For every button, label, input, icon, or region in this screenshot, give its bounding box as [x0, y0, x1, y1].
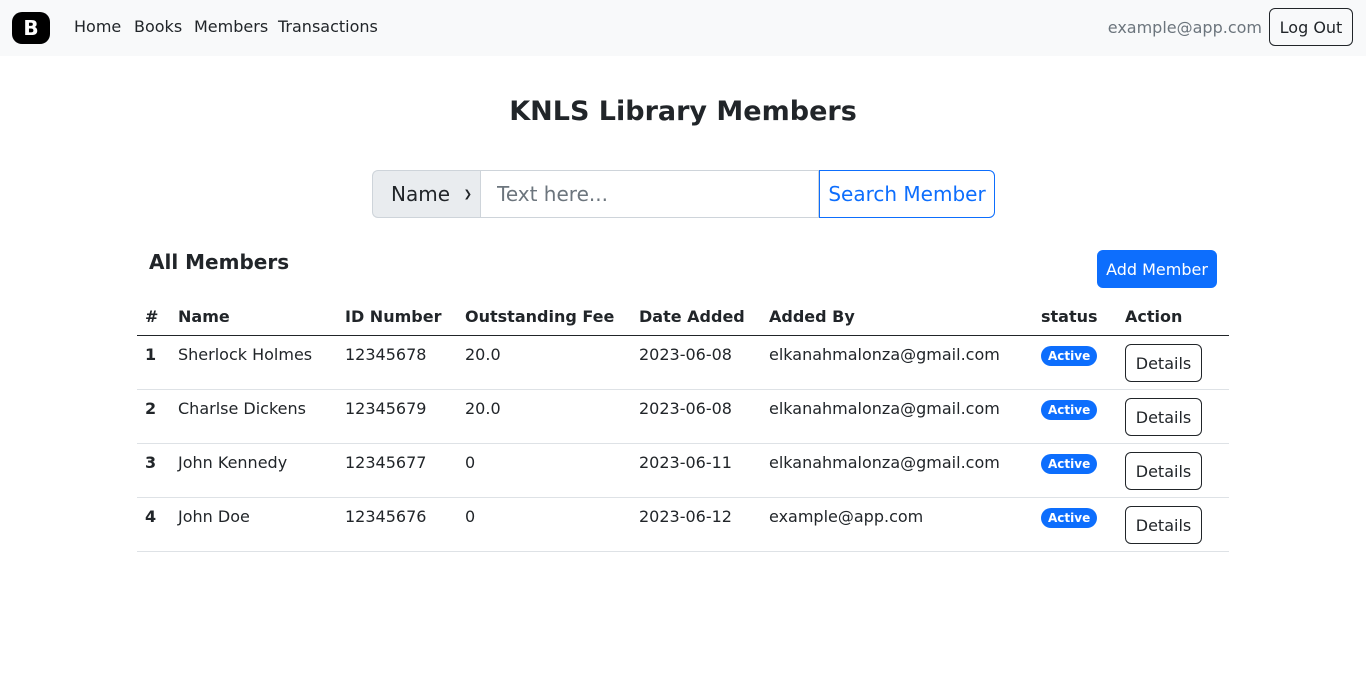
chevron-down-icon: ❯: [463, 188, 472, 200]
row-number: 1: [145, 345, 157, 364]
member-name: John Kennedy: [178, 453, 288, 472]
member-id-number: 12345678: [345, 345, 427, 364]
status-badge: Active: [1041, 508, 1098, 528]
members-table: # Name ID Number Outstanding Fee Date Ad…: [137, 298, 1229, 552]
member-name: John Doe: [178, 507, 250, 526]
nav-link-members[interactable]: Members: [194, 17, 268, 36]
row-number: 4: [145, 507, 157, 526]
member-outstanding-fee: 20.0: [465, 345, 501, 364]
member-id-number: 12345676: [345, 507, 427, 526]
table-row: 1 Sherlock Holmes 12345678 20.0 2023-06-…: [137, 335, 1229, 390]
search-bar: Name ❯ Search Member: [372, 170, 995, 218]
member-name: Sherlock Holmes: [178, 345, 313, 364]
column-header-id-number: ID Number: [337, 298, 457, 336]
column-header-number: #: [137, 298, 170, 336]
table-row: 3 John Kennedy 12345677 0 2023-06-11 elk…: [137, 443, 1229, 498]
member-added-by: elkanahmalonza@gmail.com: [769, 453, 1000, 472]
add-member-button[interactable]: Add Member: [1097, 250, 1217, 288]
member-outstanding-fee: 0: [465, 453, 476, 472]
nav-link-books[interactable]: Books: [134, 17, 182, 36]
details-button[interactable]: Details: [1125, 398, 1202, 436]
member-added-by: elkanahmalonza@gmail.com: [769, 345, 1000, 364]
status-badge: Active: [1041, 400, 1098, 420]
status-badge: Active: [1041, 454, 1098, 474]
nav-link-transactions[interactable]: Transactions: [278, 17, 378, 36]
table-header-row: # Name ID Number Outstanding Fee Date Ad…: [137, 298, 1229, 336]
page-title: KNLS Library Members: [509, 96, 857, 127]
member-added-by: elkanahmalonza@gmail.com: [769, 399, 1000, 418]
column-header-status: status: [1033, 298, 1117, 336]
column-header-added-by: Added By: [761, 298, 1033, 336]
brand-logo-icon[interactable]: B: [12, 12, 50, 44]
table-row: 4 John Doe 12345676 0 2023-06-12 example…: [137, 497, 1229, 552]
row-number: 3: [145, 453, 157, 472]
section-title: All Members: [149, 250, 290, 274]
column-header-name: Name: [170, 298, 337, 336]
details-button[interactable]: Details: [1125, 452, 1202, 490]
status-badge: Active: [1041, 346, 1098, 366]
member-added-by: example@app.com: [769, 507, 924, 526]
user-email: example@app.com: [1107, 18, 1262, 37]
member-date-added: 2023-06-08: [639, 399, 732, 418]
search-field-select[interactable]: Name ❯: [372, 170, 480, 218]
search-field-selected: Name: [391, 182, 451, 206]
column-header-action: Action: [1117, 298, 1229, 336]
member-date-added: 2023-06-08: [639, 345, 732, 364]
row-number: 2: [145, 399, 157, 418]
member-id-number: 12345679: [345, 399, 427, 418]
details-button[interactable]: Details: [1125, 344, 1202, 382]
member-outstanding-fee: 0: [465, 507, 476, 526]
logout-button[interactable]: Log Out: [1269, 8, 1353, 46]
search-member-button[interactable]: Search Member: [819, 170, 995, 218]
details-button[interactable]: Details: [1125, 506, 1202, 544]
member-outstanding-fee: 20.0: [465, 399, 501, 418]
member-name: Charlse Dickens: [178, 399, 306, 418]
table-row: 2 Charlse Dickens 12345679 20.0 2023-06-…: [137, 389, 1229, 444]
member-date-added: 2023-06-11: [639, 453, 732, 472]
top-navbar: B Home Books Members Transactions exampl…: [0, 0, 1366, 56]
column-header-date-added: Date Added: [631, 298, 761, 336]
member-id-number: 12345677: [345, 453, 427, 472]
nav-link-home[interactable]: Home: [74, 17, 121, 36]
search-input[interactable]: [480, 170, 819, 218]
column-header-outstanding-fee: Outstanding Fee: [457, 298, 631, 336]
member-date-added: 2023-06-12: [639, 507, 732, 526]
